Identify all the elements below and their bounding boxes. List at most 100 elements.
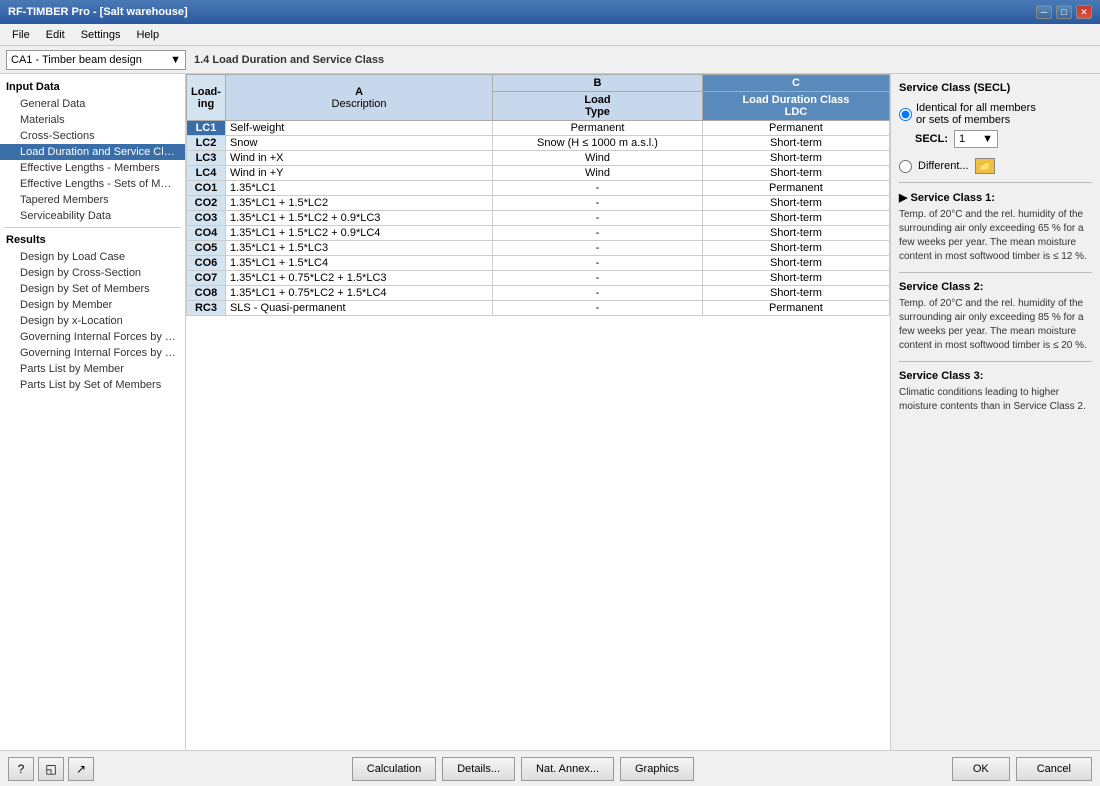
radio-different[interactable] <box>899 160 912 173</box>
sidebar-item-governing-member[interactable]: Governing Internal Forces by M... <box>0 329 185 345</box>
row-ldc-cell: Short-term <box>702 286 889 301</box>
sidebar-item-effective-lengths-sets[interactable]: Effective Lengths - Sets of Mem... <box>0 176 185 192</box>
sidebar-item-general-data[interactable]: General Data <box>0 96 185 112</box>
secl-value: 1 <box>959 133 965 145</box>
print-icon-btn[interactable]: ◱ <box>38 757 64 781</box>
col-ldc-subheader: Load Duration ClassLDC <box>702 92 889 121</box>
folder-icon[interactable]: 📁 <box>975 158 995 174</box>
row-desc-cell: Snow <box>225 136 492 151</box>
maximize-button[interactable]: □ <box>1056 5 1072 19</box>
row-load-type-cell: - <box>493 211 703 226</box>
sidebar-item-design-load-case[interactable]: Design by Load Case <box>0 249 185 265</box>
row-load-type-cell: - <box>493 196 703 211</box>
sidebar-item-tapered-members[interactable]: Tapered Members <box>0 192 185 208</box>
sc2-title: Service Class 2: <box>899 281 1092 293</box>
table-row: CO51.35*LC1 + 1.5*LC3-Short-term <box>187 241 890 256</box>
radio-different-row: Different... 📁 <box>899 158 1092 174</box>
row-load-type-cell: - <box>493 271 703 286</box>
row-desc-cell: 1.35*LC1 <box>225 181 492 196</box>
calculation-button[interactable]: Calculation <box>352 757 436 781</box>
row-desc-cell: Wind in +X <box>225 151 492 166</box>
row-id-cell: CO8 <box>187 286 226 301</box>
col-a-header: ADescription <box>225 75 492 121</box>
bottom-toolbar: ? ◱ ↗ Calculation Details... Nat. Annex.… <box>0 750 1100 786</box>
row-ldc-cell: Short-term <box>702 241 889 256</box>
ok-button[interactable]: OK <box>952 757 1010 781</box>
sidebar-item-parts-list-member[interactable]: Parts List by Member <box>0 361 185 377</box>
row-ldc-cell: Permanent <box>702 301 889 316</box>
row-id-cell: LC4 <box>187 166 226 181</box>
row-id-cell: CO7 <box>187 271 226 286</box>
minimize-button[interactable]: ─ <box>1036 5 1052 19</box>
sidebar-item-design-member[interactable]: Design by Member <box>0 297 185 313</box>
toolbar-row: CA1 - Timber beam design ▼ 1.4 Load Dura… <box>0 46 1100 74</box>
secl-dropdown[interactable]: 1 ▼ <box>954 130 998 148</box>
title-bar: RF-TIMBER Pro - [Salt warehouse] ─ □ ✕ <box>0 0 1100 24</box>
right-panel: Service Class (SECL) Identical for all m… <box>890 74 1100 750</box>
close-button[interactable]: ✕ <box>1076 5 1092 19</box>
details-button[interactable]: Details... <box>442 757 515 781</box>
menu-edit[interactable]: Edit <box>38 27 73 43</box>
row-load-type-cell: - <box>493 241 703 256</box>
row-desc-cell: SLS - Quasi-permanent <box>225 301 492 316</box>
bottom-left: ? ◱ ↗ <box>8 757 94 781</box>
main-table: Load-ing ADescription B C LoadType Load … <box>186 74 890 316</box>
row-desc-cell: Self-weight <box>225 121 492 136</box>
radio-identical[interactable] <box>899 108 912 121</box>
row-load-type-cell: - <box>493 256 703 271</box>
row-desc-cell: 1.35*LC1 + 1.5*LC4 <box>225 256 492 271</box>
graphics-button[interactable]: Graphics <box>620 757 694 781</box>
table-row: CO21.35*LC1 + 1.5*LC2-Short-term <box>187 196 890 211</box>
table-row: CO81.35*LC1 + 0.75*LC2 + 1.5*LC4-Short-t… <box>187 286 890 301</box>
row-id-cell: LC3 <box>187 151 226 166</box>
section-title: 1.4 Load Duration and Service Class <box>194 54 384 66</box>
secl-label: SECL: <box>915 133 948 145</box>
menu-file[interactable]: File <box>4 27 38 43</box>
nat-annex-button[interactable]: Nat. Annex... <box>521 757 614 781</box>
sidebar-item-serviceability[interactable]: Serviceability Data <box>0 208 185 224</box>
menu-help[interactable]: Help <box>128 27 167 43</box>
help-icon-btn[interactable]: ? <box>8 757 34 781</box>
table-row: LC4Wind in +YWindShort-term <box>187 166 890 181</box>
sidebar-item-cross-sections[interactable]: Cross-Sections <box>0 128 185 144</box>
row-load-type-cell: Wind <box>493 151 703 166</box>
export-icon-btn[interactable]: ↗ <box>68 757 94 781</box>
cancel-button[interactable]: Cancel <box>1016 757 1092 781</box>
row-load-type-cell: - <box>493 286 703 301</box>
bottom-right: OK Cancel <box>952 757 1092 781</box>
row-id-cell: CO1 <box>187 181 226 196</box>
table-row: CO31.35*LC1 + 1.5*LC2 + 0.9*LC3-Short-te… <box>187 211 890 226</box>
table-container[interactable]: Load-ing ADescription B C LoadType Load … <box>186 74 890 750</box>
sidebar-item-design-set-members[interactable]: Design by Set of Members <box>0 281 185 297</box>
sidebar-item-governing-set[interactable]: Governing Internal Forces by S... <box>0 345 185 361</box>
row-ldc-cell: Short-term <box>702 256 889 271</box>
row-id-cell: LC2 <box>187 136 226 151</box>
row-id-cell: RC3 <box>187 301 226 316</box>
row-ldc-cell: Short-term <box>702 151 889 166</box>
table-row: LC3Wind in +XWindShort-term <box>187 151 890 166</box>
table-row: RC3SLS - Quasi-permanent-Permanent <box>187 301 890 316</box>
row-ldc-cell: Short-term <box>702 136 889 151</box>
ca-dropdown[interactable]: CA1 - Timber beam design ▼ <box>6 50 186 70</box>
sidebar-item-materials[interactable]: Materials <box>0 112 185 128</box>
row-id-cell: CO2 <box>187 196 226 211</box>
col-load-type-subheader: LoadType <box>493 92 703 121</box>
row-load-type-cell: Permanent <box>493 121 703 136</box>
sidebar-item-design-cross-section[interactable]: Design by Cross-Section <box>0 265 185 281</box>
sc3-desc: Climatic conditions leading to higher mo… <box>899 386 1092 414</box>
row-id-cell: LC1 <box>187 121 226 136</box>
row-load-type-cell: - <box>493 226 703 241</box>
sidebar-item-design-x-location[interactable]: Design by x-Location <box>0 313 185 329</box>
row-ldc-cell: Permanent <box>702 121 889 136</box>
row-id-cell: CO5 <box>187 241 226 256</box>
sidebar-item-load-duration[interactable]: Load Duration and Service Cla... <box>0 144 185 160</box>
menu-settings[interactable]: Settings <box>73 27 129 43</box>
row-ldc-cell: Short-term <box>702 226 889 241</box>
row-desc-cell: 1.35*LC1 + 1.5*LC3 <box>225 241 492 256</box>
sidebar-item-effective-lengths-members[interactable]: Effective Lengths - Members <box>0 160 185 176</box>
table-row: CO41.35*LC1 + 1.5*LC2 + 0.9*LC4-Short-te… <box>187 226 890 241</box>
sidebar-item-parts-list-set[interactable]: Parts List by Set of Members <box>0 377 185 393</box>
sc2-desc: Temp. of 20°C and the rel. humidity of t… <box>899 297 1092 353</box>
service-class-1-block: ▶ Service Class 1: Temp. of 20°C and the… <box>899 191 1092 264</box>
row-id-cell: CO3 <box>187 211 226 226</box>
